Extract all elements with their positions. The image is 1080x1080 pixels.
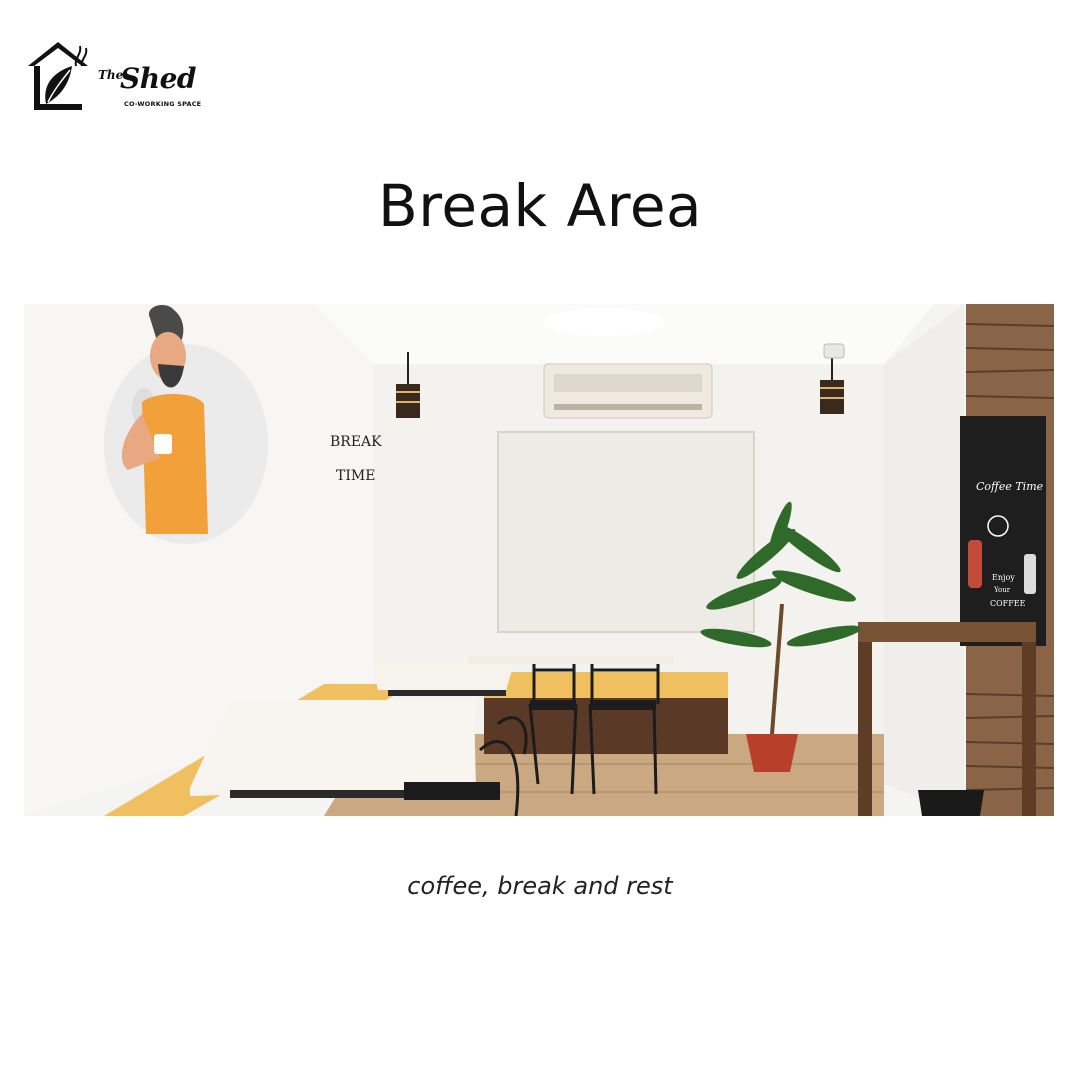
page-title: Break Area — [377, 172, 703, 240]
board-sub-1: Enjoy — [992, 573, 1015, 582]
board-sub-2: Your — [993, 586, 1011, 594]
break-area-photo: BREAK TIME Coffee Time Enjoy Your COFFEE — [24, 304, 1054, 816]
wall-text-line-1: BREAK — [330, 434, 382, 450]
board-title: Coffee Time — [976, 480, 1044, 493]
caption-text: coffee, break and rest — [407, 872, 673, 900]
brand-name-large: Shed — [120, 62, 196, 95]
wall-text-line-2: TIME — [336, 468, 375, 484]
board-sub-3: COFFEE — [990, 599, 1026, 608]
brand-logo: The Shed CO-WORKING SPACE — [24, 36, 204, 118]
break-area-scene: BREAK TIME Coffee Time Enjoy Your COFFEE — [24, 304, 1054, 816]
brand-tagline: CO-WORKING SPACE — [124, 100, 202, 108]
house-leaf-logo-icon — [28, 42, 88, 110]
